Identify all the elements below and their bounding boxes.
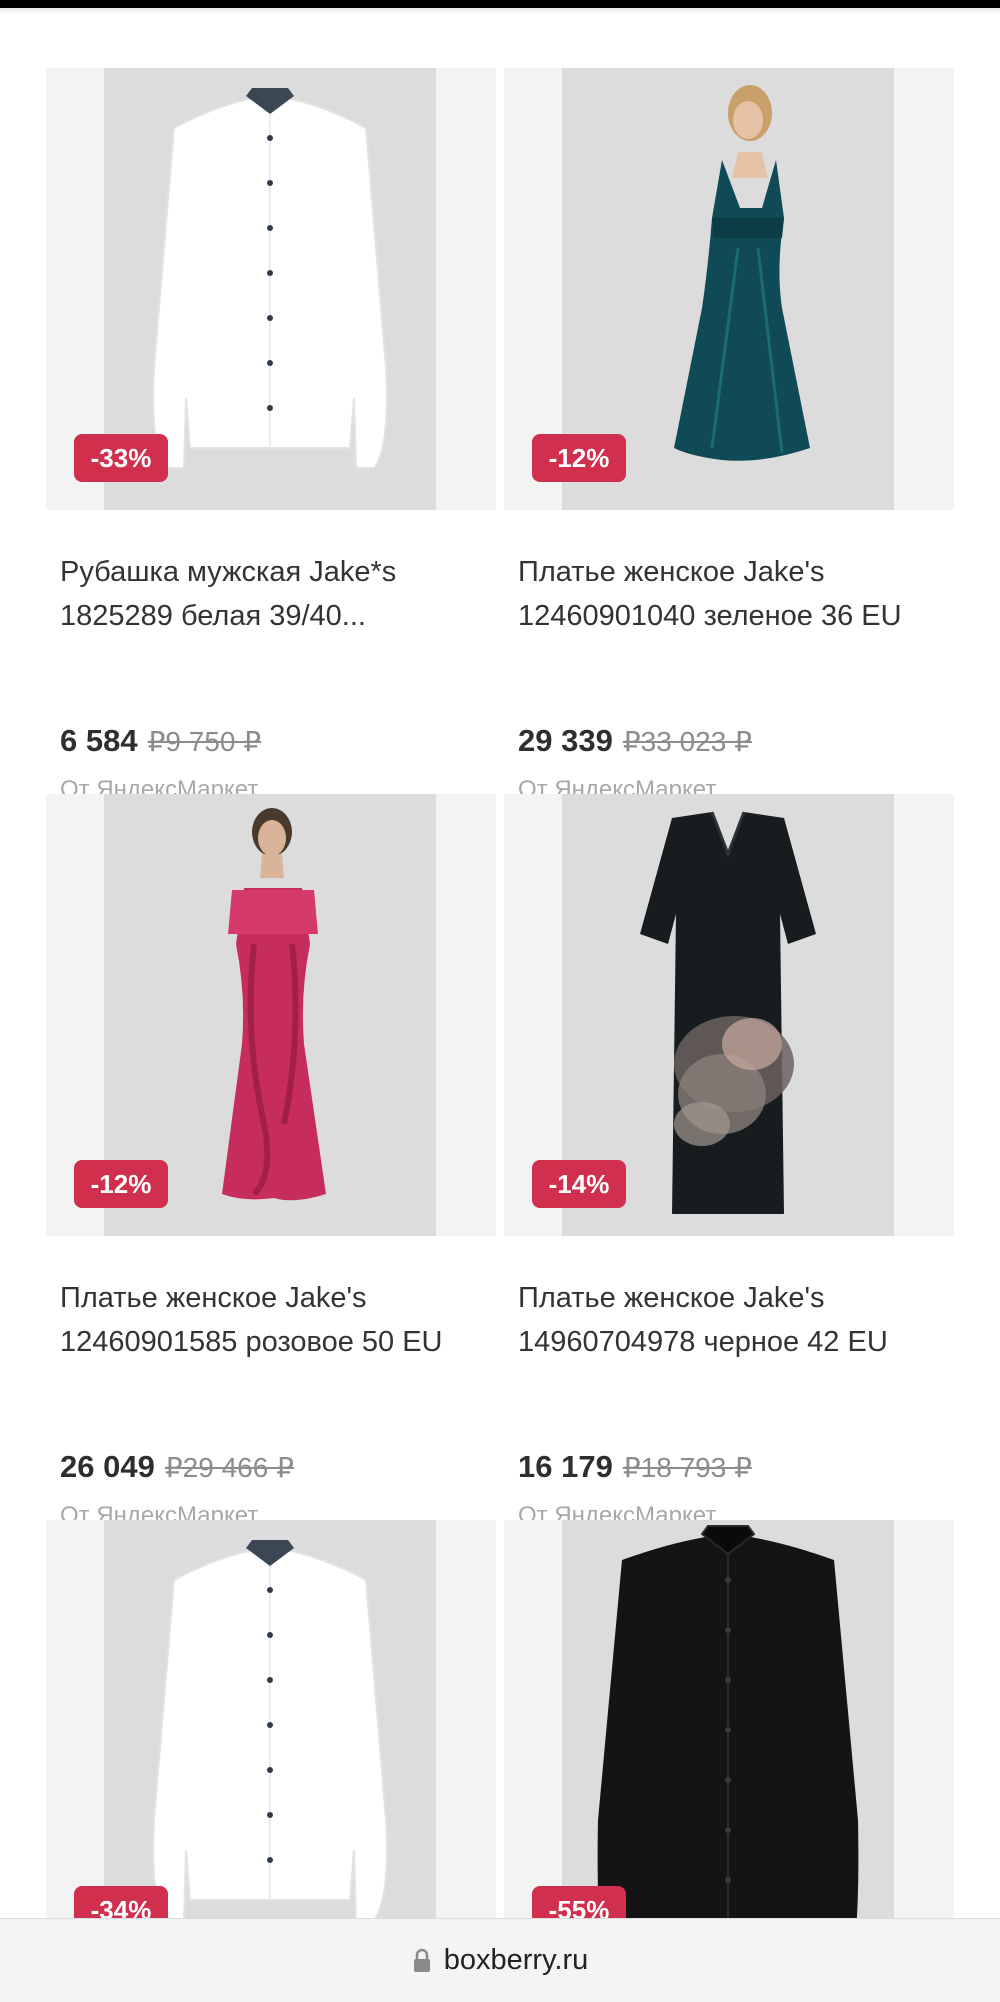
old-price: ₽29 466 ₽	[164, 1452, 294, 1483]
product-card[interactable]: -33% Рубашка мужская Jake*s 1825289 бела…	[46, 68, 496, 803]
price-row: 6 584 ₽9 750 ₽	[60, 723, 261, 759]
product-card[interactable]: -12% Платье женское Jake's 12460901040 з…	[504, 68, 954, 803]
old-price: ₽33 023 ₽	[622, 726, 752, 757]
product-card[interactable]: -55%	[504, 1520, 954, 1962]
product-image-white-shirt[interactable]: -34%	[46, 1520, 496, 1962]
product-card[interactable]: -14% Платье женское Jake's 14960704978 ч…	[504, 794, 954, 1529]
top-edge	[0, 0, 1000, 8]
product-card[interactable]: -34%	[46, 1520, 496, 1962]
address-url[interactable]: boxberry.ru	[444, 1944, 589, 1977]
price-row: 16 179 ₽18 793 ₽	[518, 1449, 752, 1485]
product-image-black-shirt[interactable]: -55%	[504, 1520, 954, 1962]
current-price: 26 049	[60, 1449, 155, 1484]
product-title[interactable]: Платье женское Jake's 12460901040 зелено…	[518, 550, 948, 638]
lock-icon	[413, 1948, 430, 1972]
product-title[interactable]: Рубашка мужская Jake*s 1825289 белая 39/…	[60, 550, 490, 638]
current-price: 29 339	[518, 723, 613, 758]
old-price: ₽9 750 ₽	[147, 726, 262, 757]
product-card[interactable]: -12% Платье женское Jake's 12460901585 р…	[46, 794, 496, 1529]
discount-badge: -14%	[532, 1160, 626, 1208]
discount-badge: -12%	[74, 1160, 168, 1208]
product-image-green-dress[interactable]: -12%	[504, 68, 954, 510]
browser-address-bar[interactable]: boxberry.ru	[0, 1918, 1000, 2002]
discount-badge: -33%	[74, 434, 168, 482]
product-title[interactable]: Платье женское Jake's 12460901585 розово…	[60, 1276, 490, 1364]
current-price: 6 584	[60, 723, 138, 758]
product-title[interactable]: Платье женское Jake's 14960704978 черное…	[518, 1276, 948, 1364]
product-image-pink-dress[interactable]: -12%	[46, 794, 496, 1236]
old-price: ₽18 793 ₽	[622, 1452, 752, 1483]
product-image-white-shirt[interactable]: -33%	[46, 68, 496, 510]
price-row: 29 339 ₽33 023 ₽	[518, 723, 752, 759]
product-image-black-floral-dress[interactable]: -14%	[504, 794, 954, 1236]
discount-badge: -12%	[532, 434, 626, 482]
price-row: 26 049 ₽29 466 ₽	[60, 1449, 294, 1485]
current-price: 16 179	[518, 1449, 613, 1484]
